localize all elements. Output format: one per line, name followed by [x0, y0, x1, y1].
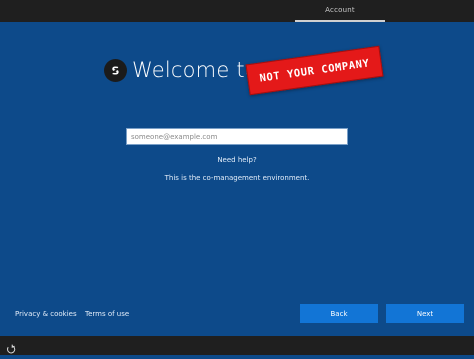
page-title: Welcome to: [132, 58, 258, 82]
back-button[interactable]: Back: [300, 304, 378, 323]
company-logo-icon: S: [104, 59, 127, 82]
top-bar: Account: [0, 0, 474, 22]
banner-label: NOT YOUR COMPANY: [258, 56, 371, 85]
not-your-company-banner: NOT YOUR COMPANY: [245, 45, 384, 96]
bottom-bar: [0, 336, 474, 355]
environment-text: This is the co-management environment.: [164, 174, 310, 182]
terms-of-use-link[interactable]: Terms of use: [85, 310, 129, 318]
ease-of-access-icon[interactable]: [6, 340, 17, 354]
email-input[interactable]: [126, 128, 348, 145]
tab-active-indicator: [295, 20, 385, 22]
next-button[interactable]: Next: [386, 304, 464, 323]
tab-account-label: Account: [325, 6, 355, 14]
need-help-link[interactable]: Need help?: [0, 156, 474, 164]
privacy-cookies-link[interactable]: Privacy & cookies: [15, 310, 77, 318]
tab-account[interactable]: Account: [295, 0, 385, 22]
